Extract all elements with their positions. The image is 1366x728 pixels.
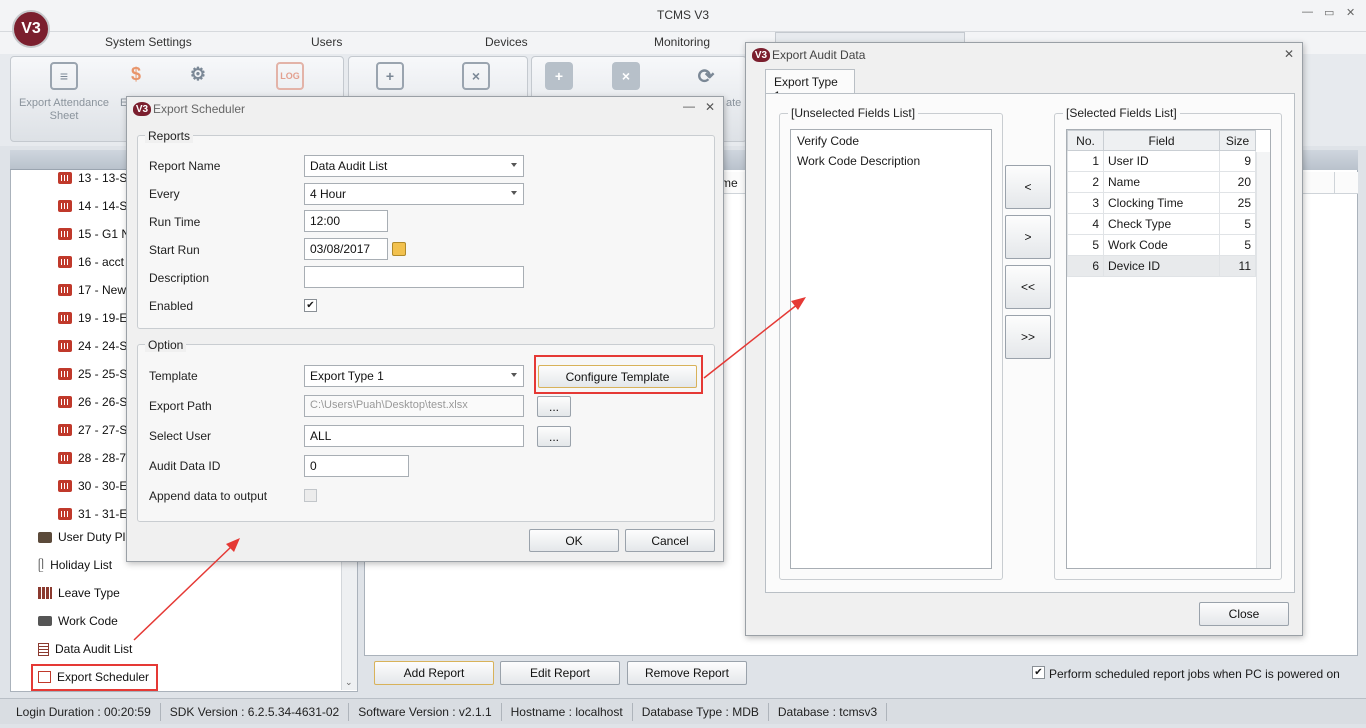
arrow-to-audit <box>703 303 799 379</box>
annotation-arrows <box>133 297 806 641</box>
app-logo: V3 <box>12 10 50 48</box>
arrow-to-scheduler <box>133 545 233 641</box>
